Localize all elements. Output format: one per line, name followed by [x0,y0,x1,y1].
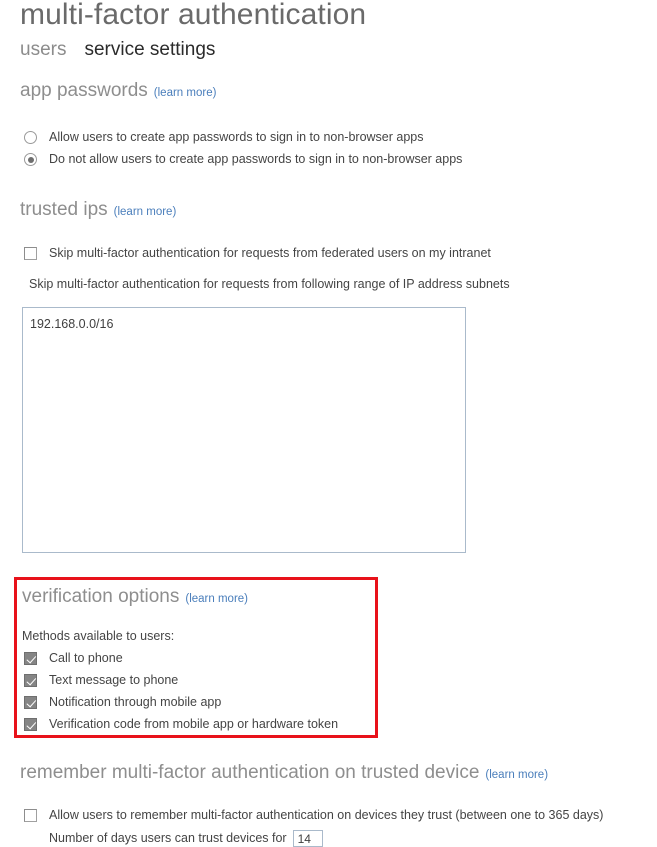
tab-service-settings[interactable]: service settings [84,39,215,61]
checkbox-verification-code[interactable] [24,718,37,731]
trusted-ips-learn-more-link[interactable]: (learn more) [114,206,177,218]
tab-users[interactable]: users [20,39,66,61]
subnets-description-text: Skip multi-factor authentication for req… [29,277,510,291]
checkbox-call-to-phone[interactable] [24,652,37,665]
ip-subnets-textarea[interactable] [22,307,466,553]
trusted-ips-heading-text: trusted ips [20,199,108,220]
tab-bar: users service settings [20,39,215,61]
checkbox-federated-users[interactable] [24,247,37,260]
trust-days-input[interactable] [292,830,323,847]
checkbox-label-federated-users: Skip multi-factor authentication for req… [49,246,491,260]
radio-allow-app-passwords[interactable] [24,131,37,144]
checkbox-text-message-to-phone[interactable] [24,674,37,687]
radio-label-allow-app-passwords: Allow users to create app passwords to s… [49,130,424,144]
radio-row-allow-app-passwords[interactable]: Allow users to create app passwords to s… [24,130,424,145]
checkbox-label-call-to-phone: Call to phone [49,651,123,665]
section-heading-remember-mfa: remember multi-factor authentication on … [20,762,548,784]
remember-mfa-heading-text: remember multi-factor authentication on … [20,762,480,783]
radio-label-disallow-app-passwords: Do not allow users to create app passwor… [49,152,463,166]
section-heading-trusted-ips: trusted ips (learn more) [20,199,176,221]
methods-available-label: Methods available to users: [22,629,174,644]
checkbox-row-federated-users[interactable]: Skip multi-factor authentication for req… [24,246,491,261]
trust-days-row: Number of days users can trust devices f… [49,830,323,847]
checkbox-row-verification-code[interactable]: Verification code from mobile app or har… [24,717,338,732]
mfa-service-settings-page: multi-factor authentication users servic… [0,0,657,847]
methods-available-text: Methods available to users: [22,629,175,643]
radio-row-disallow-app-passwords[interactable]: Do not allow users to create app passwor… [24,152,462,167]
section-heading-app-passwords: app passwords (learn more) [20,80,216,102]
radio-disallow-app-passwords[interactable] [24,153,37,166]
checkbox-row-notification-mobile-app[interactable]: Notification through mobile app [24,695,221,710]
verification-options-learn-more-link[interactable]: (learn more) [185,593,248,605]
verification-options-heading-text: verification options [22,586,180,607]
trust-days-label: Number of days users can trust devices f… [49,831,287,845]
checkbox-label-remember-devices: Allow users to remember multi-factor aut… [49,808,604,822]
subnets-description-label: Skip multi-factor authentication for req… [29,277,510,292]
remember-mfa-learn-more-link[interactable]: (learn more) [485,769,548,781]
app-passwords-heading-text: app passwords [20,80,148,101]
checkbox-row-call-to-phone[interactable]: Call to phone [24,651,123,666]
checkbox-label-text-message-to-phone: Text message to phone [49,673,179,687]
checkbox-row-text-message-to-phone[interactable]: Text message to phone [24,673,178,688]
checkbox-label-notification-mobile-app: Notification through mobile app [49,695,222,709]
checkbox-remember-devices[interactable] [24,809,37,822]
checkbox-row-remember-devices[interactable]: Allow users to remember multi-factor aut… [24,808,603,823]
page-title: multi-factor authentication [20,0,367,31]
checkbox-notification-mobile-app[interactable] [24,696,37,709]
section-heading-verification-options: verification options (learn more) [22,586,248,608]
checkbox-label-verification-code: Verification code from mobile app or har… [49,717,339,731]
app-passwords-learn-more-link[interactable]: (learn more) [154,87,217,99]
